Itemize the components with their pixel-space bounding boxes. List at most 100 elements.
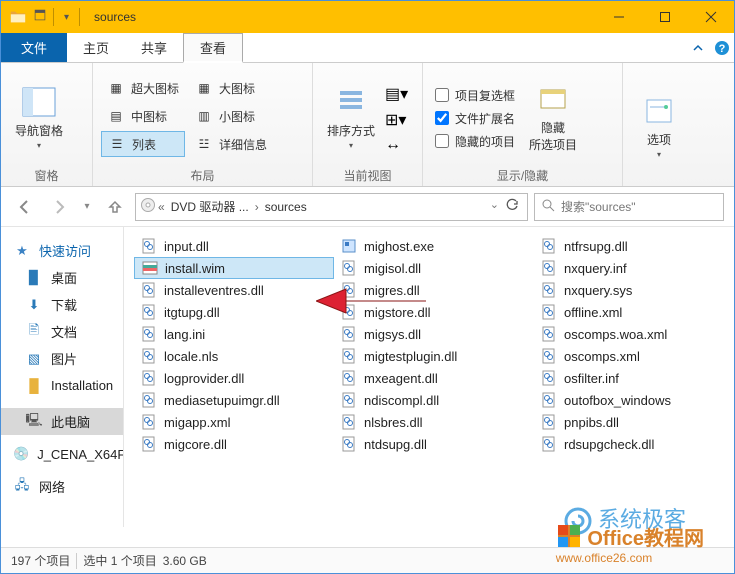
- file-item[interactable]: migapp.xml: [134, 411, 334, 433]
- navigation-pane-button[interactable]: 导航窗格 ▾: [9, 82, 69, 150]
- file-icon: [340, 325, 358, 343]
- view-tab[interactable]: 查看: [183, 33, 243, 63]
- up-button[interactable]: [101, 193, 129, 221]
- maximize-button[interactable]: [642, 1, 688, 33]
- options-button[interactable]: 选项 ▾: [631, 91, 687, 159]
- file-tab[interactable]: 文件: [1, 33, 67, 62]
- breadcrumb[interactable]: DVD 驱动器 ...: [167, 198, 253, 215]
- file-item[interactable]: ndiscompl.dll: [334, 389, 534, 411]
- sidebar-item-desktop[interactable]: ▉桌面: [1, 264, 123, 291]
- search-input[interactable]: 搜索"sources": [534, 193, 724, 221]
- documents-icon: 🖹: [25, 323, 43, 341]
- file-item[interactable]: install.wim: [134, 257, 334, 279]
- sidebar-item-downloads[interactable]: ⬇下载: [1, 291, 123, 318]
- file-item[interactable]: itgtupg.dll: [134, 301, 334, 323]
- layout-small[interactable]: ▥小图标: [189, 103, 273, 129]
- file-item[interactable]: ntdsupg.dll: [334, 433, 534, 455]
- file-item[interactable]: offline.xml: [534, 301, 734, 323]
- file-item[interactable]: installeventres.dll: [134, 279, 334, 301]
- downloads-icon: ⬇: [25, 296, 43, 314]
- hidden-items-toggle[interactable]: 隐藏的项目: [435, 133, 515, 150]
- sizecolumns-icon[interactable]: ↔: [385, 136, 408, 154]
- network-icon: 🖧: [13, 478, 31, 496]
- chevron-right-icon[interactable]: ›: [255, 200, 259, 214]
- annotation-arrow: [316, 281, 426, 326]
- file-icon: [141, 259, 159, 277]
- dropdown-icon[interactable]: ⌄: [490, 198, 499, 215]
- file-item[interactable]: nxquery.inf: [534, 257, 734, 279]
- file-icon: [540, 413, 558, 431]
- ribbon-collapse-button[interactable]: [686, 33, 710, 62]
- star-icon: ★: [13, 242, 31, 260]
- minimize-button[interactable]: [596, 1, 642, 33]
- file-name: migtestplugin.dll: [364, 349, 457, 364]
- breadcrumb[interactable]: sources: [261, 200, 311, 214]
- file-name: nlsbres.dll: [364, 415, 423, 430]
- file-item[interactable]: migtestplugin.dll: [334, 345, 534, 367]
- close-button[interactable]: [688, 1, 734, 33]
- list-icon: ☰: [108, 137, 126, 151]
- sidebar-item-network[interactable]: 🖧网络: [1, 473, 123, 500]
- file-name: outofbox_windows: [564, 393, 671, 408]
- file-item[interactable]: input.dll: [134, 235, 334, 257]
- sidebar-item-pictures[interactable]: ▧图片: [1, 345, 123, 372]
- layout-extra-large[interactable]: ▦超大图标: [101, 75, 185, 101]
- qat-item[interactable]: [33, 8, 47, 27]
- chevron-right-icon[interactable]: «: [158, 200, 165, 214]
- file-item[interactable]: rdsupgcheck.dll: [534, 433, 734, 455]
- file-item[interactable]: osfilter.inf: [534, 367, 734, 389]
- recent-dropdown[interactable]: ▾: [79, 193, 95, 221]
- file-name: mighost.exe: [364, 239, 434, 254]
- folder-icon: [9, 8, 27, 26]
- file-name: mxeagent.dll: [364, 371, 438, 386]
- file-name: offline.xml: [564, 305, 622, 320]
- file-item[interactable]: oscomps.woa.xml: [534, 323, 734, 345]
- file-name: migapp.xml: [164, 415, 230, 430]
- sidebar-item-documents[interactable]: 🖹文档: [1, 318, 123, 345]
- file-item[interactable]: ntfrsupg.dll: [534, 235, 734, 257]
- layout-list[interactable]: ☰列表: [101, 131, 185, 157]
- file-name: logprovider.dll: [164, 371, 244, 386]
- layout-large[interactable]: ▦大图标: [189, 75, 273, 101]
- sidebar-item-thispc[interactable]: 🖳此电脑: [1, 408, 123, 435]
- file-item[interactable]: mighost.exe: [334, 235, 534, 257]
- file-item[interactable]: migisol.dll: [334, 257, 534, 279]
- file-item[interactable]: outofbox_windows: [534, 389, 734, 411]
- layout-details[interactable]: ☳详细信息: [189, 131, 273, 157]
- addcolumn-icon[interactable]: ⊞▾: [385, 110, 408, 130]
- file-list[interactable]: input.dll mighost.exe ntfrsupg.dll install.…: [124, 227, 734, 527]
- file-icon: [140, 237, 158, 255]
- groupby-icon[interactable]: ▤▾: [385, 84, 408, 104]
- file-item[interactable]: nlsbres.dll: [334, 411, 534, 433]
- file-extensions-toggle[interactable]: 文件扩展名: [435, 110, 515, 127]
- help-button[interactable]: ?: [710, 33, 734, 62]
- file-item[interactable]: logprovider.dll: [134, 367, 334, 389]
- refresh-icon[interactable]: [505, 198, 519, 215]
- quick-access[interactable]: ★ 快速访问: [1, 237, 123, 264]
- file-item[interactable]: lang.ini: [134, 323, 334, 345]
- file-item[interactable]: oscomps.xml: [534, 345, 734, 367]
- file-item[interactable]: mxeagent.dll: [334, 367, 534, 389]
- grid-icon: ▤: [107, 109, 125, 123]
- file-item[interactable]: migsys.dll: [334, 323, 534, 345]
- file-item[interactable]: locale.nls: [134, 345, 334, 367]
- share-tab[interactable]: 共享: [125, 33, 183, 62]
- sidebar-item-installation[interactable]: █Installation: [1, 372, 123, 398]
- home-tab[interactable]: 主页: [67, 33, 125, 62]
- item-checkboxes-toggle[interactable]: 项目复选框: [435, 87, 515, 104]
- file-icon: [540, 435, 558, 453]
- file-item[interactable]: mediasetupuimgr.dll: [134, 389, 334, 411]
- file-item[interactable]: nxquery.sys: [534, 279, 734, 301]
- hide-selected-button[interactable]: 隐藏 所选项目: [523, 79, 583, 153]
- sidebar-item-drive[interactable]: 💿J_CENA_X64FREV: [1, 441, 123, 467]
- forward-button[interactable]: [45, 193, 73, 221]
- layout-medium[interactable]: ▤中图标: [101, 103, 185, 129]
- details-icon: ☳: [195, 137, 213, 151]
- file-item[interactable]: pnpibs.dll: [534, 411, 734, 433]
- sort-button[interactable]: 排序方式 ▾: [321, 82, 381, 150]
- file-icon: [540, 369, 558, 387]
- address-bar[interactable]: « DVD 驱动器 ... › sources ⌄: [135, 193, 528, 221]
- qat-dropdown[interactable]: ▾: [60, 12, 73, 23]
- file-item[interactable]: migcore.dll: [134, 433, 334, 455]
- back-button[interactable]: [11, 193, 39, 221]
